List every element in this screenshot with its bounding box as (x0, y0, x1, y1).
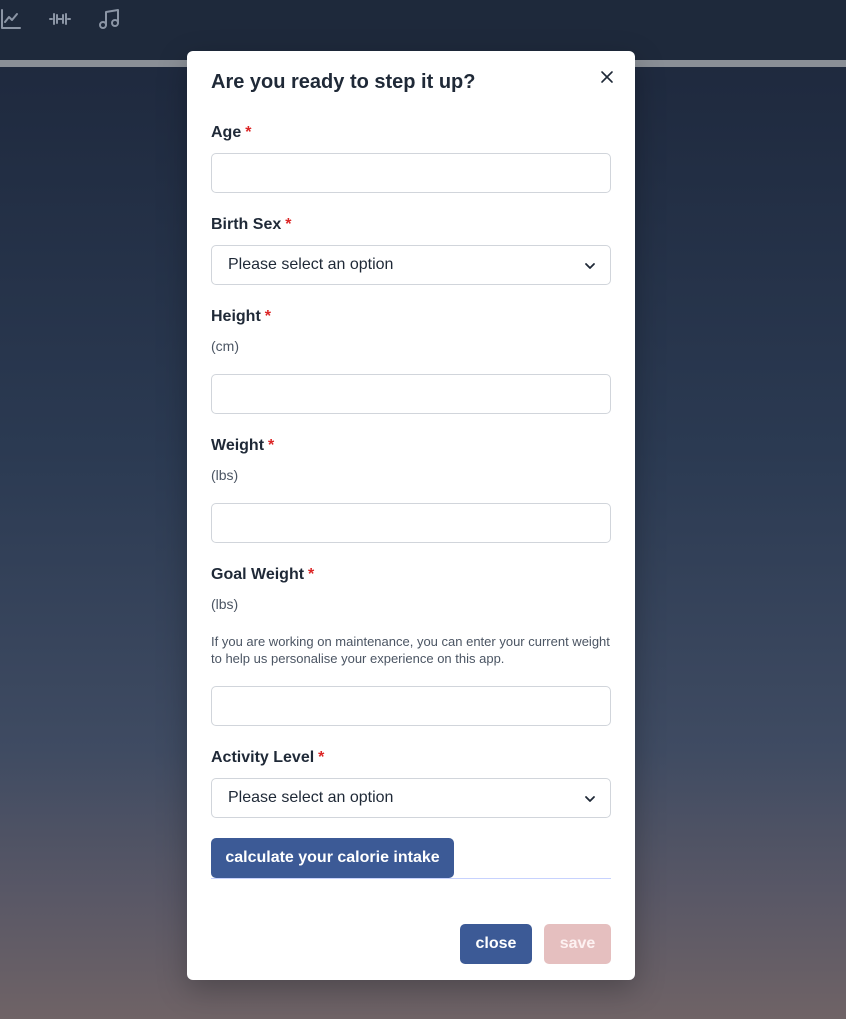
save-button[interactable]: save (544, 924, 611, 964)
activity-level-select[interactable]: Please select an option (211, 778, 611, 818)
goal-weight-help-text: If you are working on maintenance, you c… (211, 634, 610, 666)
activity-level-label: Activity Level * (211, 749, 324, 767)
age-label: Age * (211, 124, 251, 142)
required-marker: * (285, 216, 292, 233)
required-marker: * (268, 437, 275, 454)
age-label-text: Age (211, 124, 242, 141)
calculate-divider (211, 878, 611, 879)
weight-input[interactable] (211, 503, 611, 543)
goal-weight-input[interactable] (211, 686, 611, 726)
goal-weight-label-text: Goal Weight (211, 566, 305, 583)
required-marker: * (264, 308, 272, 325)
height-input[interactable] (211, 374, 611, 414)
music-note-icon[interactable] (96, 6, 122, 32)
required-marker: * (308, 566, 315, 583)
close-button[interactable]: close (460, 924, 532, 964)
goal-weight-unit: (lbs) (211, 596, 239, 612)
modal-title: Are you ready to step it up? (211, 71, 476, 93)
birth-sex-select[interactable]: Please select an option (211, 245, 611, 285)
chevron-down-icon (585, 263, 595, 269)
weight-unit: (lbs) (211, 467, 239, 483)
height-label: Height * (211, 308, 271, 326)
dumbbell-icon[interactable] (47, 6, 73, 32)
age-input[interactable] (211, 153, 611, 193)
birth-sex-selected: Please select an option (228, 256, 394, 273)
birth-sex-label: Birth Sex * (211, 216, 291, 234)
goal-weight-label: Goal Weight * (211, 566, 314, 584)
calculate-calorie-button[interactable]: calculate your calorie intake (211, 838, 454, 878)
weight-label: Weight * (211, 437, 274, 455)
chart-line-icon[interactable] (0, 6, 24, 32)
close-icon[interactable] (595, 65, 619, 89)
weight-label-text: Weight (211, 437, 265, 454)
required-marker: * (318, 749, 325, 766)
activity-level-label-text: Activity Level (211, 749, 315, 766)
height-unit: (cm) (211, 338, 239, 354)
birth-sex-label-text: Birth Sex (211, 216, 282, 233)
activity-level-selected: Please select an option (228, 789, 394, 806)
chevron-down-icon (585, 796, 595, 802)
height-label-text: Height (211, 308, 261, 325)
required-marker: * (245, 124, 252, 141)
setup-modal: Are you ready to step it up? Age * Birth … (187, 51, 635, 980)
